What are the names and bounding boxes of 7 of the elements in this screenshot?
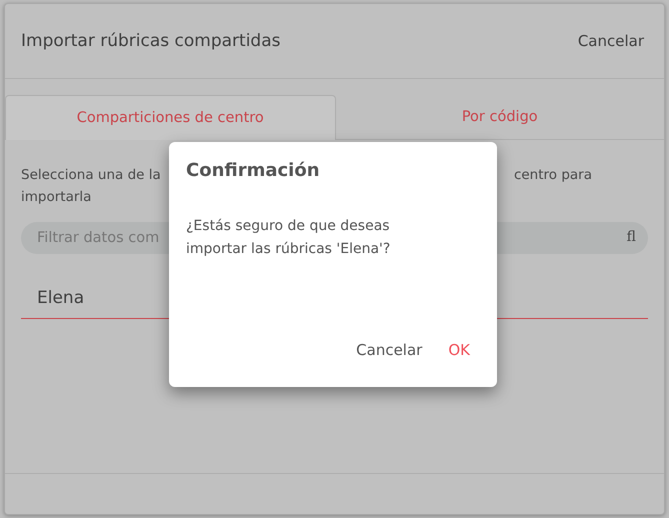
dialog-title: Confirmación [186,160,321,181]
modal-title: Importar rúbricas compartidas [21,31,280,51]
instruction-text: centro para [514,166,592,185]
dialog-message: ¿Estás seguro de que deseas importar las rúbricas 'Elena'? [186,217,392,259]
instruction-text: Selecciona una de la [21,166,161,185]
instruction-text: importarla [21,189,92,205]
search-icon: fl [626,229,636,245]
